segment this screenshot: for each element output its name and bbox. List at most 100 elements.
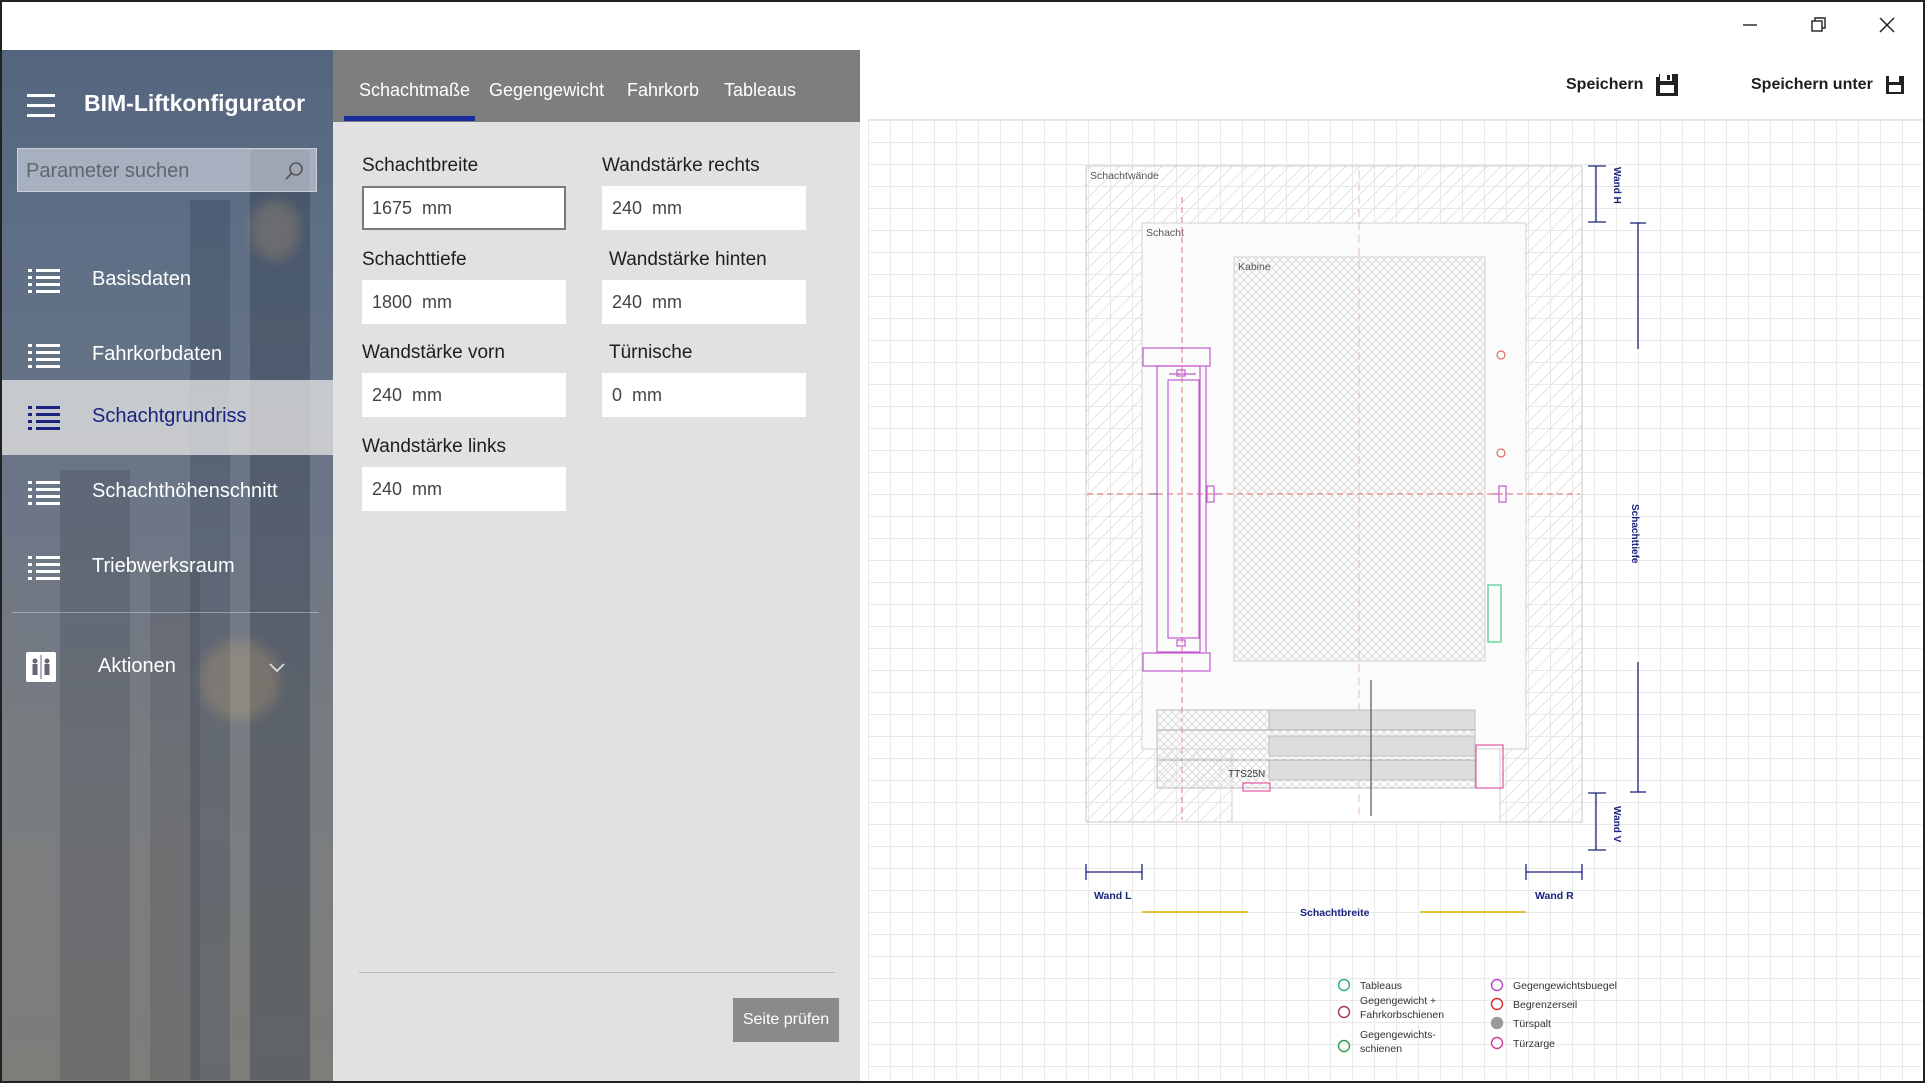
label-schachtbreite: Schachtbreite (1300, 907, 1370, 919)
sidebar-item-schachtgrundriss[interactable]: Schachtgrundriss (0, 380, 333, 455)
search-input[interactable] (26, 157, 276, 185)
tab-tableaus[interactable]: Tableaus (724, 50, 796, 122)
elevator-icon (26, 652, 56, 682)
tab-schachtmasse[interactable]: Schachtmaße (359, 50, 470, 122)
restore-icon (1811, 17, 1826, 32)
wand-vorn-field-wrap (362, 373, 566, 417)
minimize-button[interactable] (1716, 0, 1784, 50)
drawing-toolbar: Speichern Speichern unter (868, 50, 1922, 120)
save-as-icon (1885, 76, 1904, 94)
legend-label: Türspalt (1513, 1018, 1551, 1030)
sidebar-item-basisdaten[interactable]: Basisdaten (0, 243, 333, 318)
wand-hinten-field[interactable] (604, 282, 804, 322)
save-as-label: Speichern unter (1751, 76, 1873, 93)
wand-rechts-label: Wandstärke rechts (602, 155, 760, 176)
sidebar-divider (12, 612, 319, 613)
tuernische-label: Türnische (609, 342, 693, 363)
legend-label: Gegengewicht + (1360, 995, 1436, 1007)
hamburger-menu-button[interactable] (24, 92, 62, 124)
legend-marker (1337, 978, 1351, 992)
schachttiefe-field[interactable] (364, 282, 564, 322)
legend-label: Gegengewichtsbuegel (1513, 980, 1617, 992)
title-bar (0, 0, 1925, 50)
drawing-area: Speichern Speichern unter Schachtwände S… (868, 50, 1922, 1083)
schachtbreite-label: Schachtbreite (362, 155, 479, 176)
active-tab-indicator (344, 116, 475, 121)
search-box (17, 148, 317, 192)
legend-label: Fahrkorbschienen (1360, 1009, 1444, 1021)
wand-hinten-label: Wandstärke hinten (609, 249, 767, 270)
save-icon (1655, 73, 1679, 96)
sidebar-item-triebwerksraum[interactable]: Triebwerksraum (0, 530, 333, 605)
sidebar-item-label: Aktionen (98, 655, 176, 677)
legend-marker (1490, 1036, 1504, 1050)
legend-label: Türzarge (1513, 1038, 1555, 1050)
label-wand-h: Wand H (1611, 167, 1622, 204)
tuernische-field-wrap (602, 373, 806, 417)
schachtbreite-field-wrap (362, 186, 566, 230)
restore-button[interactable] (1785, 0, 1853, 50)
sidebar-item-label: Triebwerksraum (92, 555, 235, 577)
sidebar-header: BIM-Liftkonfigurator (0, 50, 333, 148)
tab-fahrkorb[interactable]: Fahrkorb (627, 50, 699, 122)
label-schachtwaende: Schachtwände (1090, 170, 1159, 182)
legend-marker (1490, 978, 1504, 992)
wand-links-label: Wandstärke links (362, 436, 506, 457)
schachttiefe-label: Schachttiefe (362, 249, 467, 270)
wand-rechts-field[interactable] (604, 188, 804, 228)
app-title: BIM-Liftkonfigurator (84, 90, 306, 116)
close-button[interactable] (1853, 0, 1921, 50)
schachttiefe-field-wrap (362, 280, 566, 324)
sidebar-item-label: Schachthöhenschnitt (92, 480, 278, 502)
tab-bar: Schachtmaße Gegengewicht Fahrkorb Tablea… (333, 50, 860, 122)
label-schachttiefe: Schachttiefe (1629, 504, 1640, 564)
wand-hinten-field-wrap (602, 280, 806, 324)
schachtbreite-field[interactable] (364, 188, 564, 228)
sidebar: BIM-Liftkonfigurator Basisdaten Fahrkorb… (0, 50, 333, 1083)
cabin (1233, 256, 1486, 662)
save-as-button[interactable]: Speichern unter (1751, 68, 1905, 102)
label-wand-l: Wand L (1094, 890, 1132, 902)
form-panel: Schachtmaße Gegengewicht Fahrkorb Tablea… (333, 50, 860, 1083)
sidebar-item-schachthoehenschnitt[interactable]: Schachthöhenschnitt (0, 455, 333, 530)
legend-label: schienen (1360, 1043, 1402, 1055)
legend-marker (1490, 997, 1504, 1011)
drawing-canvas[interactable]: Schachtwände Schacht Kabine TTS25N Wand … (868, 120, 1922, 1083)
legend-marker (1337, 1039, 1351, 1053)
form-divider (359, 972, 835, 973)
save-label: Speichern (1566, 76, 1644, 93)
label-door-type: TTS25N (1228, 769, 1265, 780)
sidebar-item-label: Fahrkorbdaten (92, 343, 223, 365)
wand-vorn-field[interactable] (364, 375, 564, 415)
label-kabine: Kabine (1238, 261, 1271, 273)
list-icon (28, 406, 60, 430)
list-icon (28, 481, 60, 505)
list-icon (28, 344, 60, 368)
label-wand-v: Wand V (1611, 806, 1622, 843)
close-icon (1879, 17, 1895, 33)
legend-label: Tableaus (1360, 980, 1402, 992)
search-icon[interactable] (284, 161, 304, 181)
sidebar-item-label: Schachtgrundriss (92, 405, 247, 427)
legend-marker (1490, 1016, 1504, 1030)
legend-label: Gegengewichts- (1360, 1029, 1436, 1041)
legend-label: Begrenzerseil (1513, 999, 1577, 1011)
list-icon (28, 269, 60, 293)
wand-links-field-wrap (362, 467, 566, 511)
save-button[interactable]: Speichern (1566, 68, 1679, 102)
minimize-icon (1743, 24, 1757, 26)
chevron-down-icon (269, 663, 285, 673)
wand-rechts-field-wrap (602, 186, 806, 230)
wand-vorn-label: Wandstärke vorn (362, 342, 505, 363)
app-window: BIM-Liftkonfigurator Basisdaten Fahrkorb… (0, 0, 1925, 1083)
legend: Tableaus Gegengewicht + Fahrkorbschienen… (1337, 978, 1617, 1055)
check-page-button[interactable]: Seite prüfen (733, 998, 839, 1042)
label-wand-r: Wand R (1535, 890, 1574, 902)
wand-links-field[interactable] (364, 469, 564, 509)
sidebar-item-aktionen[interactable]: Aktionen (0, 630, 333, 705)
sidebar-item-label: Basisdaten (92, 268, 191, 290)
tab-gegengewicht[interactable]: Gegengewicht (489, 50, 604, 122)
list-icon (28, 556, 60, 580)
legend-marker (1337, 1005, 1351, 1019)
tuernische-field[interactable] (604, 375, 804, 415)
